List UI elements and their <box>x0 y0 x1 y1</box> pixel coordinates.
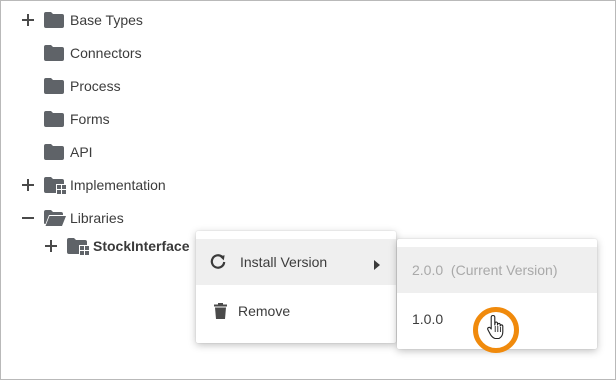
folder-icon <box>44 11 66 29</box>
tree-item-implementation[interactable]: Implementation <box>1 174 301 196</box>
tree-item-label: Implementation <box>70 177 166 193</box>
project-tree-panel: Base Types Connectors Process Forms API <box>0 0 616 380</box>
folder-icon <box>44 44 66 62</box>
folder-module-icon <box>67 237 89 255</box>
plus-icon[interactable] <box>21 13 35 27</box>
folder-icon <box>44 110 66 128</box>
tree-item-stockinterface[interactable]: StockInterface <box>1 235 196 257</box>
tree-item-base-types[interactable]: Base Types <box>1 9 301 31</box>
version-label: 2.0.0 (Current Version) <box>412 262 558 278</box>
tree-item-forms[interactable]: Forms <box>1 108 301 130</box>
context-menu: Install Version Remove <box>196 231 396 343</box>
folder-icon <box>44 77 66 95</box>
tree-item-label: Connectors <box>70 45 142 61</box>
folder-open-icon <box>44 209 66 227</box>
plus-icon[interactable] <box>21 178 35 192</box>
remove-menu-item[interactable]: Remove <box>196 288 396 334</box>
tree-item-label: Libraries <box>70 210 124 226</box>
tree-item-connectors[interactable]: Connectors <box>1 42 301 64</box>
refresh-icon <box>209 253 227 271</box>
install-version-menu-item[interactable]: Install Version <box>196 239 396 285</box>
folder-module-icon <box>44 176 66 194</box>
plus-icon[interactable] <box>44 239 58 253</box>
minus-icon[interactable] <box>21 211 35 225</box>
caret-right-icon <box>374 257 380 270</box>
remove-label: Remove <box>238 303 291 319</box>
tree-item-api[interactable]: API <box>1 141 301 163</box>
folder-icon <box>44 143 66 161</box>
tree-item-label: Base Types <box>70 12 143 28</box>
tree-item-label: Forms <box>70 111 110 127</box>
tree-item-label: Process <box>70 78 121 94</box>
version-label: 1.0.0 <box>412 311 444 327</box>
tree-item-libraries[interactable]: Libraries <box>1 207 301 229</box>
tree-item-label: API <box>70 144 93 160</box>
install-version-label: Install Version <box>240 254 328 270</box>
trash-icon <box>211 302 229 320</box>
version-item-2-0-0: 2.0.0 (Current Version) <box>397 247 597 293</box>
tree-item-label: StockInterface <box>93 238 190 254</box>
hand-pointer-icon <box>487 314 507 340</box>
tree-item-process[interactable]: Process <box>1 75 301 97</box>
